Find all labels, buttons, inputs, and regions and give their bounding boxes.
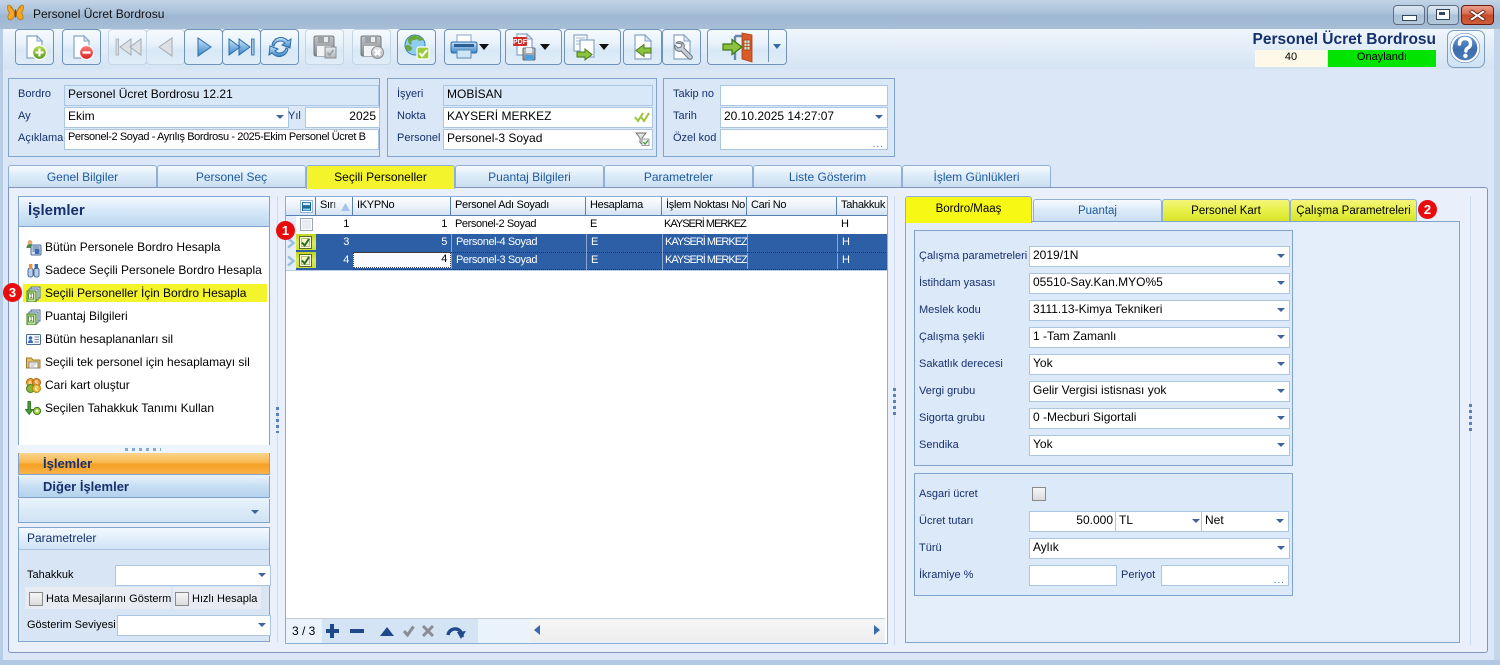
svg-text:PDF: PDF	[513, 39, 528, 46]
